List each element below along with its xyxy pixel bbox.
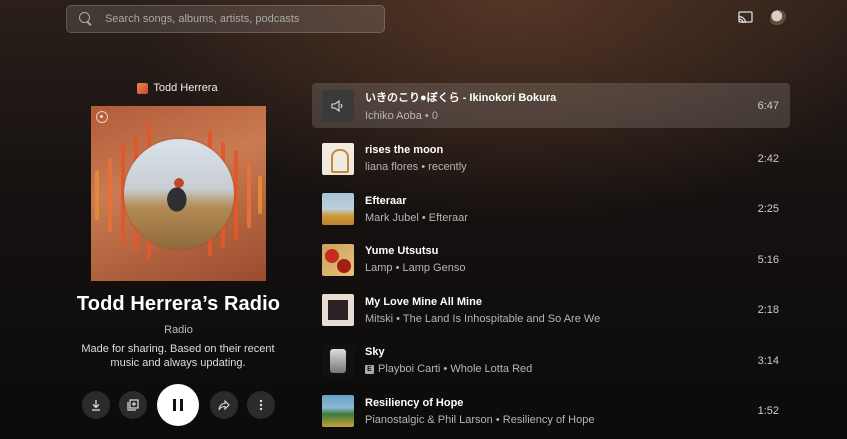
track-row[interactable]: Efteraar Mark Jubel • Efteraar 2:25 (312, 184, 790, 235)
track-queue: いきのこり●ぼくら - Ikinokori Bokura Ichiko Aoba… (312, 83, 790, 437)
playlist-cover-art (91, 106, 266, 281)
search-icon (79, 12, 93, 26)
download-button[interactable] (82, 391, 110, 419)
track-subtitle: Ichiko Aoba • 0 (365, 110, 438, 122)
track-row[interactable]: rises the moon liana flores • recently 2… (312, 134, 790, 185)
more-icon (259, 399, 263, 411)
track-subtitle: liana flores • recently (365, 161, 467, 174)
explicit-badge: E (365, 364, 374, 374)
more-options-button[interactable] (247, 391, 275, 419)
cover-wave-bar (258, 176, 262, 214)
track-duration: 3:14 (757, 354, 779, 367)
track-title: Resiliency of Hope (365, 396, 464, 409)
playlist-owner[interactable]: Todd Herrera (0, 82, 355, 94)
track-title: My Love Mine All Mine (365, 295, 482, 308)
cover-photo (124, 139, 234, 249)
track-duration: 5:16 (757, 253, 779, 266)
pause-icon (173, 399, 183, 411)
speaker-icon (331, 99, 343, 112)
owner-avatar (137, 82, 149, 94)
share-icon (218, 399, 230, 411)
track-subtitle: Mitski • The Land Is Inhospitable and So… (365, 312, 601, 325)
track-thumbnail (322, 142, 354, 175)
track-subtitle: Pianostalgic & Phil Larson • Resiliency … (365, 413, 595, 426)
track-thumbnail (322, 243, 354, 276)
share-button[interactable] (210, 391, 238, 419)
track-thumbnail (322, 294, 354, 327)
playlist-type: Radio (164, 324, 193, 336)
account-avatar[interactable] (770, 10, 787, 27)
search-bar[interactable] (66, 5, 385, 33)
track-title: Sky (365, 346, 385, 359)
playlist-title: Todd Herrera’s Radio (76, 293, 281, 315)
now-playing-thumbnail (322, 89, 354, 122)
track-row[interactable]: Yume Utsutsu Lamp • Lamp Genso 5:16 (312, 235, 790, 286)
cast-icon[interactable] (738, 11, 753, 24)
radio-icon (96, 111, 108, 123)
track-title: Efteraar (365, 194, 407, 207)
track-subtitle: Playboi Carti • Whole Lotta Red (378, 363, 533, 376)
track-thumbnail (322, 395, 354, 428)
playlist-actions (82, 384, 275, 426)
track-duration: 2:25 (757, 203, 779, 216)
track-subtitle: Mark Jubel • Efteraar (365, 211, 468, 224)
track-subtitle: Lamp • Lamp Genso (365, 262, 466, 275)
cover-wave-bar (247, 162, 251, 228)
track-duration: 2:42 (757, 152, 779, 165)
track-duration: 6:47 (757, 99, 779, 112)
track-row[interactable]: My Love Mine All Mine Mitski • The Land … (312, 285, 790, 336)
track-thumbnail (322, 344, 354, 377)
track-duration: 1:52 (757, 405, 779, 418)
track-title: Yume Utsutsu (365, 245, 439, 258)
download-icon (92, 400, 100, 411)
track-thumbnail (322, 193, 354, 226)
cover-wave-bar (95, 170, 99, 220)
owner-name: Todd Herrera (153, 82, 218, 94)
track-row[interactable]: Sky E Playboi Carti • Whole Lotta Red 3:… (312, 336, 790, 387)
search-input[interactable] (104, 13, 384, 25)
track-row[interactable]: Resiliency of Hope Pianostalgic & Phil L… (312, 386, 790, 437)
track-title: いきのこり●ぼくら - Ikinokori Bokura (365, 92, 557, 104)
pause-button[interactable] (157, 384, 199, 426)
track-duration: 2:18 (757, 304, 779, 317)
track-title: rises the moon (365, 144, 444, 157)
cover-wave-bar (234, 150, 238, 240)
save-to-library-icon (127, 399, 139, 411)
cover-wave-bar (108, 158, 112, 232)
playlist-description: Made for sharing. Based on their recent … (81, 343, 275, 369)
save-to-library-button[interactable] (119, 391, 147, 419)
track-row[interactable]: いきのこり●ぼくら - Ikinokori Bokura Ichiko Aoba… (312, 83, 790, 128)
